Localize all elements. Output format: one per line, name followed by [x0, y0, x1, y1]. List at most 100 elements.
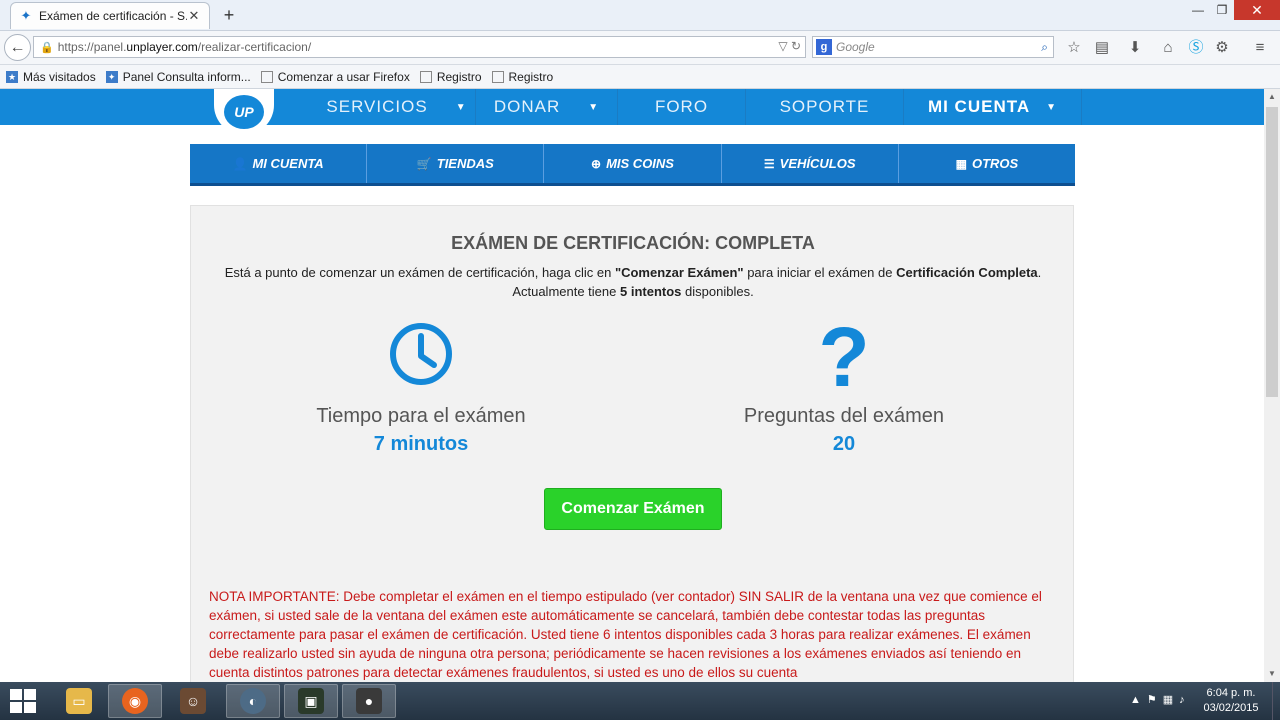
media-player-icon: ◐ — [240, 688, 266, 714]
search-input[interactable]: Google — [836, 40, 1041, 54]
network-icon: ▦ — [1162, 694, 1180, 706]
maximize-button[interactable]: ❐ — [1207, 0, 1237, 20]
site-logo[interactable]: UP — [214, 89, 274, 135]
system-tray[interactable]: ▲⚑▦♪ — [1130, 693, 1191, 706]
question-mark-icon: ? — [818, 310, 870, 404]
taskbar-clock[interactable]: 6:04 p. m. 03/02/2015 — [1200, 686, 1262, 716]
logo-mark: UP — [224, 95, 264, 129]
exam-questions-stat: ? Preguntas del exámen 20 — [669, 310, 1019, 456]
back-button[interactable]: ← — [4, 34, 31, 61]
task-app-player[interactable]: ◐ — [226, 684, 280, 718]
subnav-mi-cuenta[interactable]: 👤 MI CUENTA — [190, 144, 368, 183]
url-dropdown-reload: ▽ ↻ — [778, 39, 801, 53]
url-bar[interactable]: 🔒 https://panel.unplayer.com/realizar-ce… — [33, 36, 806, 58]
page-icon — [260, 70, 273, 83]
dropdown-icon[interactable]: ▽ — [778, 39, 787, 53]
volume-icon: ♪ — [1179, 694, 1191, 706]
time-label: Tiempo para el exámen — [316, 405, 526, 427]
exam-intro: Está a punto de comenzar un exámen de ce… — [224, 265, 1042, 299]
chevron-down-icon: ▼ — [1046, 101, 1058, 113]
site-favicon-icon: ✦ — [20, 8, 32, 23]
page-icon — [419, 70, 432, 83]
bookmarks-toolbar: ★ Más visitados ✦ Panel Consulta inform...… — [0, 65, 1280, 89]
cart-icon: 🛒 — [416, 156, 432, 171]
bookmarks-menu-icon[interactable]: ▤ — [1092, 39, 1112, 59]
nav-servicios[interactable]: SERVICIOS ▼ — [318, 89, 476, 125]
questions-value: 20 — [832, 433, 856, 455]
bookmark-item[interactable]: Comenzar a usar Firefox — [260, 70, 410, 84]
user-icon: 👤 — [232, 156, 248, 171]
plus-circle-icon: ⊕ — [591, 156, 602, 171]
page-scrollbar[interactable]: ▲ ▼ — [1264, 89, 1280, 682]
download-icon[interactable]: ⬇ — [1125, 39, 1145, 59]
account-sub-nav: 👤 MI CUENTA 🛒 TIENDAS ⊕ MIS COINS ☰ VEHÍCULO… — [190, 144, 1075, 186]
game-avatar-icon: ☺ — [180, 688, 206, 714]
exam-title: EXÁMEN DE CERTIFICACIÓN: COMPLETA — [451, 233, 815, 253]
tab-title: Exámen de certificación - S... — [39, 9, 187, 23]
time-value: 7 minutos — [373, 433, 469, 455]
panel-favicon-icon: ✦ — [105, 70, 118, 83]
url-text: https://panel.unplayer.com/realizar-cert… — [57, 40, 312, 54]
flag-icon: ⚑ — [1146, 694, 1163, 706]
list-icon: ☰ — [763, 156, 775, 171]
addon-icon[interactable]: ⚙ — [1212, 39, 1232, 59]
chevron-down-icon: ▼ — [455, 101, 467, 113]
bookmark-item[interactable]: Registro — [419, 70, 482, 84]
exam-panel: EXÁMEN DE CERTIFICACIÓN: COMPLETA Está a… — [190, 205, 1074, 682]
questions-label: Preguntas del exámen — [743, 405, 945, 427]
scroll-up-icon[interactable]: ▲ — [1264, 89, 1280, 105]
bookmark-item[interactable]: Registro — [491, 70, 553, 84]
nav-mi-cuenta[interactable]: MI CUENTA ▼ — [904, 89, 1082, 125]
show-desktop-button[interactable] — [1272, 682, 1280, 720]
folder-icon: ▭ — [66, 688, 92, 714]
browser-titlebar: ✦ Exámen de certificación - S... ✕ + — ❐… — [0, 0, 1280, 31]
terminal-icon: ▣ — [298, 688, 324, 714]
tray-arrow-icon: ▲ — [1130, 694, 1147, 706]
scroll-down-icon[interactable]: ▼ — [1264, 666, 1280, 682]
site-header: SERVICIOS ▼ DONAR ▼ FORO SOPORTE MI CUENTA… — [0, 89, 1264, 125]
home-icon[interactable]: ⌂ — [1158, 39, 1178, 59]
search-icon[interactable]: ⌕ — [1041, 40, 1048, 55]
arrow-left-icon: ← — [9, 38, 26, 56]
bookmark-star-icon[interactable]: ☆ — [1064, 39, 1084, 59]
nav-foro[interactable]: FORO — [618, 89, 746, 125]
chevron-down-icon: ▼ — [588, 101, 600, 113]
exam-time-stat: Tiempo para el exámen 7 minutos — [246, 321, 596, 456]
task-file-explorer[interactable]: ▭ — [52, 684, 106, 718]
task-firefox[interactable]: ◉ — [108, 684, 162, 718]
page-icon — [491, 70, 504, 83]
firefox-icon: ◉ — [122, 688, 148, 714]
bookmark-item[interactable]: ★ Más visitados — [6, 70, 96, 84]
grid-icon: ▦ — [955, 156, 967, 171]
window-close-button[interactable]: ✕ — [1234, 0, 1280, 20]
skype-icon[interactable]: Ⓢ — [1186, 39, 1206, 59]
lock-icon: 🔒 — [40, 41, 54, 54]
google-icon[interactable]: g — [816, 39, 832, 55]
task-app-avatar[interactable]: ☺ — [166, 684, 220, 718]
reload-icon[interactable]: ↻ — [791, 39, 801, 53]
task-app-recorder[interactable]: ● — [342, 684, 396, 718]
scroll-thumb[interactable] — [1266, 107, 1278, 397]
new-tab-button[interactable]: + — [218, 4, 240, 26]
important-note: NOTA IMPORTANTE: Debe completar el exáme… — [209, 589, 1042, 680]
windows-start-button[interactable] — [10, 689, 36, 713]
page-viewport: SERVICIOS ▼ DONAR ▼ FORO SOPORTE MI CUENTA… — [0, 89, 1264, 682]
taskbar: ▭ ◉ ☺ ◐ ▣ ● ▲⚑▦♪ 6:04 p. m. 03/02/2015 — [0, 682, 1280, 720]
nav-donar[interactable]: DONAR ▼ — [476, 89, 618, 125]
subnav-mis-coins[interactable]: ⊕ MIS COINS — [544, 144, 722, 183]
close-tab-icon[interactable]: ✕ — [187, 9, 201, 23]
subnav-tiendas[interactable]: 🛒 TIENDAS — [367, 144, 545, 183]
browser-navbar: ← 🔒 https://panel.unplayer.com/realizar-… — [0, 31, 1280, 65]
nav-soporte[interactable]: SOPORTE — [746, 89, 904, 125]
clock-icon — [390, 323, 452, 385]
menu-icon[interactable]: ≡ — [1250, 39, 1270, 59]
subnav-vehiculos[interactable]: ☰ VEHÍCULOS — [722, 144, 899, 183]
search-bar[interactable]: g Google ⌕ — [812, 36, 1054, 58]
subnav-otros[interactable]: ▦ OTROS — [899, 144, 1075, 183]
start-exam-button[interactable]: Comenzar Exámen — [544, 488, 722, 530]
main-nav: SERVICIOS ▼ DONAR ▼ FORO SOPORTE MI CUENTA… — [318, 89, 1082, 125]
bookmark-item[interactable]: ✦ Panel Consulta inform... — [105, 70, 251, 84]
recorder-icon: ● — [356, 688, 382, 714]
task-app-terminal[interactable]: ▣ — [284, 684, 338, 718]
browser-tab[interactable]: ✦ Exámen de certificación - S... ✕ — [10, 2, 210, 29]
